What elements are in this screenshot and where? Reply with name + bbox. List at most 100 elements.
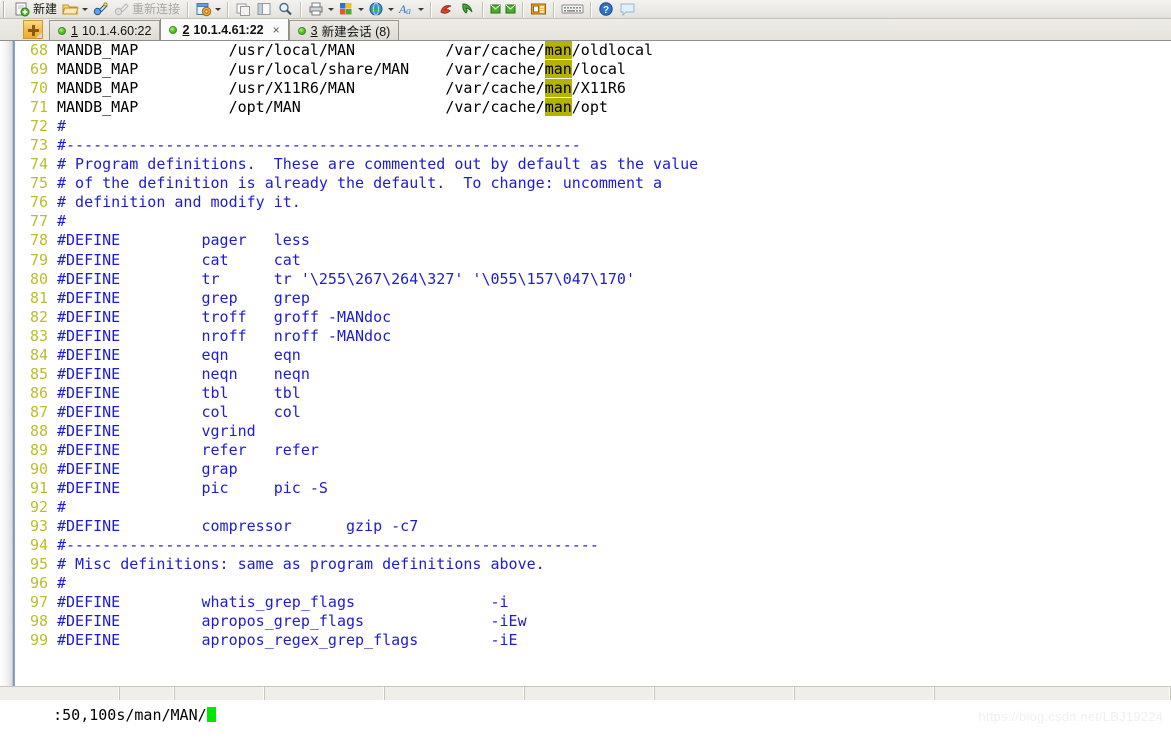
- new-tab-button[interactable]: [23, 20, 43, 39]
- font-dropdown-arrow[interactable]: [416, 1, 425, 17]
- download-button[interactable]: [457, 0, 478, 18]
- terminal-line: 94 #-------------------------------------…: [17, 536, 1171, 555]
- open-session-button[interactable]: [60, 0, 90, 18]
- line-number: 72: [29, 117, 48, 136]
- help-icon: ?: [598, 1, 615, 17]
- terminal-line: 96 #: [17, 574, 1171, 593]
- terminal-line: 99 #DEFINE apropos_regex_grep_flags -iE: [17, 631, 1171, 650]
- color-scheme-button[interactable]: [336, 0, 366, 18]
- terminal-text: /var/cache/: [355, 41, 545, 59]
- feedback-button[interactable]: [617, 0, 638, 18]
- print-dropdown-arrow[interactable]: [326, 1, 335, 17]
- status-bar-cell-5: [385, 687, 525, 700]
- terminal-text: #DEFINE eqn eqn: [57, 345, 301, 364]
- line-number: 85: [29, 364, 48, 383]
- toolbar-separator: [522, 1, 525, 17]
- globe-dropdown-arrow[interactable]: [386, 1, 395, 17]
- terminal-text: #: [57, 498, 67, 517]
- upload-button[interactable]: [436, 0, 457, 18]
- session-tab-2[interactable]: 2 10.1.4.61:22 ×: [160, 19, 289, 40]
- terminal-text: /usr/X11R6/MAN: [138, 79, 356, 98]
- find-button[interactable]: [275, 0, 296, 18]
- line-number: 79: [29, 250, 48, 269]
- line-number: 92: [29, 498, 48, 517]
- terminal-line: 73 #-------------------------------------…: [17, 136, 1171, 155]
- terminal-text: # definition and modify it.: [57, 193, 301, 212]
- close-tab-icon[interactable]: ×: [273, 24, 280, 36]
- terminal-line: 84 #DEFINE eqn eqn: [17, 346, 1171, 365]
- line-number: 90: [29, 460, 48, 479]
- terminal-line: 71 MANDB_MAP /opt/MAN /var/cache/man/opt: [17, 98, 1171, 117]
- terminal-text: #DEFINE whatis_grep_flags -i: [57, 593, 509, 612]
- terminal-line: 69 MANDB_MAP /usr/local/share/MAN /var/ca…: [17, 60, 1171, 79]
- terminal-text: #DEFINE col col: [57, 402, 301, 421]
- chat-green2-button[interactable]: [503, 0, 518, 18]
- new-tab-fold-corner: [36, 32, 42, 38]
- terminal-text: #DEFINE apropos_grep_flags -iEw: [57, 612, 527, 631]
- status-bar-cell-3: [175, 687, 265, 700]
- terminal-output[interactable]: 68 MANDB_MAP /usr/local/MAN /var/cache/ma…: [17, 41, 1171, 686]
- session-tab-1[interactable]: 1 10.1.4.60:22: [49, 20, 161, 40]
- terminal-text: #DEFINE pager less: [57, 231, 310, 250]
- session-options-dropdown-arrow[interactable]: [213, 1, 222, 17]
- terminal-text: #: [57, 574, 67, 593]
- session-options-button[interactable]: [193, 0, 223, 18]
- terminal-text: /var/cache/: [355, 79, 545, 98]
- toolbar-drag-grip[interactable]: [3, 0, 10, 18]
- session-connected-indicator: [58, 26, 66, 35]
- terminal-line: 90 #DEFINE grap: [17, 460, 1171, 479]
- line-number: 86: [29, 383, 48, 402]
- line-number: 87: [29, 402, 48, 421]
- status-bar-cell-1: [0, 687, 120, 700]
- globe-button[interactable]: [366, 0, 396, 18]
- terminal-text: /opt: [571, 98, 608, 117]
- chat-green2-icon: [505, 1, 516, 17]
- terminal-text: #DEFINE grap: [57, 460, 238, 479]
- terminal-text: /oldlocal: [571, 41, 654, 59]
- line-number: 97: [29, 593, 48, 612]
- line-number: 93: [29, 517, 48, 536]
- terminal-line: 97 #DEFINE whatis_grep_flags -i: [17, 593, 1171, 612]
- connect-button[interactable]: [90, 0, 111, 18]
- terminal-text: #DEFINE cat cat: [57, 250, 301, 269]
- terminal-line: 72 #: [17, 117, 1171, 136]
- terminal-text: #DEFINE apropos_regex_grep_flags -iE: [57, 631, 518, 650]
- feedback-icon: [619, 1, 636, 17]
- line-number: 78: [29, 231, 48, 250]
- open-folder-icon: [62, 1, 79, 17]
- terminal-text: #DEFINE neqn neqn: [57, 364, 310, 383]
- tabs-host: 1 10.1.4.60:22 2 10.1.4.61:22 × 3 新建会话 (8): [49, 19, 400, 40]
- color-scheme-dropdown-arrow[interactable]: [356, 1, 365, 17]
- window-log-icon: [530, 1, 547, 17]
- session-connected-indicator: [297, 26, 306, 35]
- keyboard-button[interactable]: [559, 0, 586, 18]
- terminal-text: #DEFINE tr tr '\255\267\264\327' '\055\1…: [57, 269, 635, 288]
- terminal-line: 70 MANDB_MAP /usr/X11R6/MAN /var/cache/ma…: [17, 79, 1171, 98]
- connect-icon: [92, 1, 109, 17]
- terminal-area: 68 MANDB_MAP /usr/local/MAN /var/cache/ma…: [0, 41, 1171, 724]
- terminal-text: #DEFINE compressor gzip -c7: [57, 517, 419, 536]
- clone-session-button[interactable]: [233, 0, 254, 18]
- terminal-line: 75 # of the definition is already the def…: [17, 174, 1171, 193]
- toolbar-separator: [430, 1, 433, 17]
- terminal-line: 78 #DEFINE pager less: [17, 231, 1171, 250]
- new-session-button[interactable]: 新建: [12, 0, 60, 18]
- svg-text:a: a: [406, 6, 411, 17]
- window-log-button[interactable]: [528, 0, 549, 18]
- print-button[interactable]: [306, 0, 336, 18]
- chat-green-button[interactable]: [488, 0, 503, 18]
- reconnect-button[interactable]: 重新连接: [111, 0, 183, 18]
- font-button[interactable]: A a: [396, 0, 426, 18]
- tile-windows-button[interactable]: [254, 0, 275, 18]
- line-number: 95: [29, 555, 48, 574]
- terminal-text: /local: [571, 60, 626, 79]
- terminal-text: #: [57, 212, 67, 231]
- reconnect-label: 重新连接: [132, 2, 181, 16]
- help-button[interactable]: ?: [596, 0, 617, 18]
- open-folder-dropdown-arrow[interactable]: [80, 1, 89, 17]
- terminal-line: 82 #DEFINE troff groff -MANdoc: [17, 308, 1171, 327]
- toolbar-separator: [590, 1, 593, 17]
- terminal-text: MANDB_MAP: [57, 60, 139, 79]
- line-number: 81: [29, 288, 48, 307]
- session-tab-3[interactable]: 3 新建会话 (8): [288, 20, 400, 40]
